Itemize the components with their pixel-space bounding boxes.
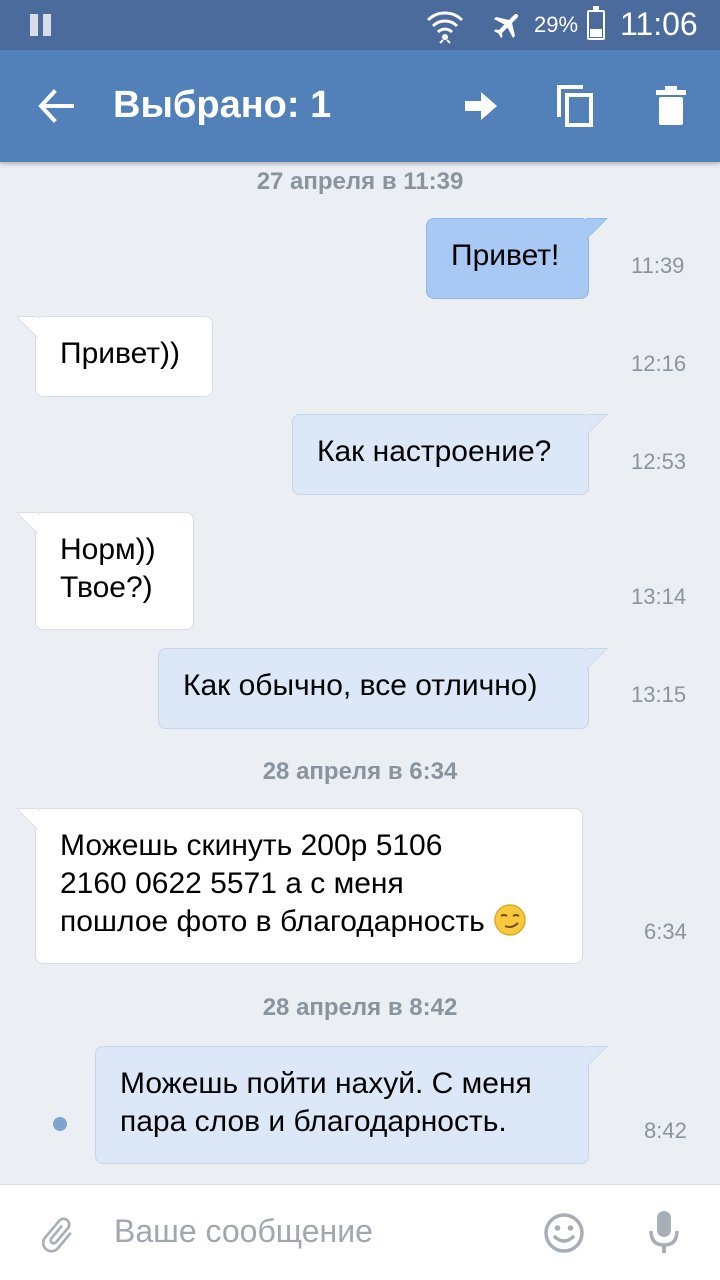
message-bubble[interactable]: Привет! — [426, 218, 608, 299]
forward-button[interactable] — [456, 80, 506, 132]
message-input[interactable]: Ваше сообщение — [114, 1213, 514, 1250]
message-bubble[interactable]: Норм)) Твое?) — [16, 512, 194, 630]
message-text: Как настроение? — [317, 435, 552, 468]
delete-button[interactable] — [646, 80, 696, 132]
message-bubble[interactable]: Можешь пойти нахуй. С меня пара слов и б… — [95, 1046, 608, 1164]
attach-icon[interactable] — [36, 1213, 78, 1257]
copy-button[interactable] — [550, 80, 600, 132]
message-text: Привет! — [451, 239, 560, 272]
delete-icon — [656, 86, 686, 125]
status-bar: 29% 11:06 — [0, 0, 720, 50]
message-text: Привет)) — [60, 337, 181, 370]
back-arrow-icon[interactable] — [36, 86, 76, 126]
mic-icon[interactable] — [648, 1211, 680, 1255]
message-text: Как обычно, все отлично) — [183, 669, 538, 702]
message-text: Можешь пойти нахуй. С меня — [120, 1067, 532, 1100]
status-time: 11:06 — [620, 6, 698, 42]
smile-icon[interactable] — [543, 1212, 585, 1254]
message-time: 8:42 — [644, 1118, 687, 1143]
message-list[interactable]: 27 апреля в 11:39 Привет! 11:39 Привет))… — [0, 162, 720, 1184]
pause-icon — [30, 14, 54, 36]
message-text: Твое?) — [60, 571, 153, 604]
message-text: пошлое фото в благодарность — [60, 905, 485, 938]
message-time: 6:34 — [644, 919, 687, 944]
message-bubble[interactable]: Можешь скинуть 200р 5106 2160 0622 5571 … — [16, 808, 583, 964]
message-time: 12:53 — [631, 449, 687, 474]
message-bubble[interactable]: Как настроение? — [292, 414, 608, 495]
message-text: пара слов и благодарность. — [120, 1105, 507, 1138]
message-time: 11:39 — [631, 253, 685, 278]
date-separator: 28 апреля в 6:34 — [262, 758, 458, 785]
message-time: 13:14 — [631, 584, 687, 609]
forward-icon — [465, 92, 497, 120]
smirk-emoji-icon — [494, 904, 526, 936]
date-separator: 27 апреля в 11:39 — [256, 168, 464, 195]
battery-icon — [587, 6, 605, 40]
battery-percent: 29% — [534, 12, 579, 37]
wifi-icon — [426, 11, 464, 44]
airplane-icon — [493, 13, 519, 39]
message-composer: Ваше сообщение — [0, 1184, 720, 1280]
toolbar-title: Выбрано: 1 — [113, 84, 332, 126]
copy-icon — [557, 85, 593, 127]
selection-toolbar: Выбрано: 1 — [0, 50, 720, 162]
message-bubble[interactable]: Как обычно, все отлично) — [158, 648, 608, 729]
unread-indicator — [53, 1117, 67, 1131]
date-separator: 28 апреля в 8:42 — [262, 994, 458, 1021]
message-bubble[interactable]: Привет)) — [16, 316, 213, 397]
message-text: Норм)) — [60, 533, 156, 566]
message-text: Можешь скинуть 200р 5106 — [60, 829, 443, 862]
message-time: 12:16 — [631, 351, 687, 376]
message-time: 13:15 — [631, 682, 687, 707]
message-text: 2160 0622 5571 а с меня — [60, 867, 404, 900]
